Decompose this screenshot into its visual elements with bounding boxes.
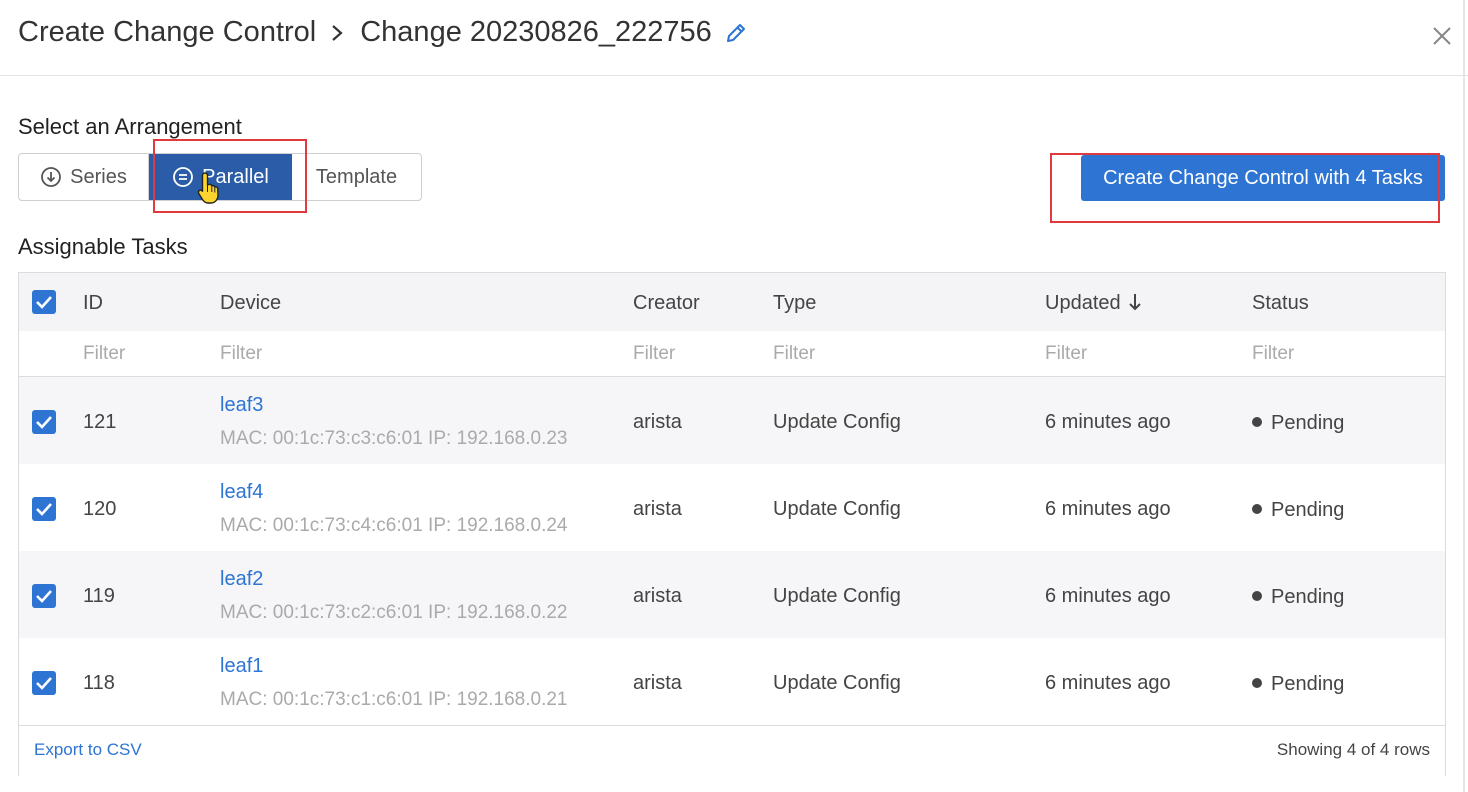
device-link[interactable]: leaf3 (220, 394, 263, 417)
column-header-updated-label: Updated (1045, 292, 1121, 314)
table-row[interactable]: 119 leaf2 MAC: 00:1c:73:c2:c6:01 IP: 192… (19, 551, 1445, 638)
breadcrumb-parent[interactable]: Create Change Control (18, 16, 316, 49)
task-updated: 6 minutes ago (1045, 411, 1171, 433)
device-detail: MAC: 00:1c:73:c2:c6:01 IP: 192.168.0.22 (220, 602, 568, 623)
task-type: Update Config (773, 411, 901, 433)
tasks-title: Assignable Tasks (18, 234, 188, 259)
arrangement-selector: Series Parallel Template (18, 153, 422, 201)
equals-circle-icon (173, 167, 194, 187)
status-badge: Pending (1252, 673, 1344, 696)
task-updated: 6 minutes ago (1045, 672, 1171, 694)
task-updated: 6 minutes ago (1045, 498, 1171, 520)
arrangement-parallel-label: Parallel (202, 165, 269, 188)
arrangement-template-button[interactable]: Template (292, 154, 421, 200)
row-count-label: Showing 4 of 4 rows (1276, 740, 1430, 759)
device-detail: MAC: 00:1c:73:c4:c6:01 IP: 192.168.0.24 (220, 515, 568, 536)
device-link[interactable]: leaf1 (220, 655, 263, 678)
arrow-down-circle-icon (41, 167, 62, 187)
status-dot-icon (1252, 677, 1262, 688)
arrangement-parallel-button[interactable]: Parallel (149, 154, 292, 200)
arrangement-template-label: Template (315, 165, 398, 188)
arrangement-series-label: Series (70, 165, 127, 188)
sort-down-arrow-icon (1128, 293, 1141, 311)
row-checkbox[interactable] (32, 410, 56, 434)
table-footer: Export to CSV Showing 4 of 4 rows (19, 725, 1445, 776)
task-creator: arista (633, 672, 682, 694)
task-creator: arista (633, 411, 682, 433)
pencil-icon[interactable] (724, 21, 748, 45)
checkmark-icon (36, 677, 52, 690)
column-header-type[interactable]: Type (773, 292, 816, 315)
device-detail: MAC: 00:1c:73:c1:c6:01 IP: 192.168.0.21 (220, 689, 568, 710)
task-id: 120 (83, 498, 117, 520)
status-dot-icon (1252, 503, 1262, 514)
task-id: 119 (83, 585, 115, 607)
dialog-header: Create Change Control Change 20230826_22… (0, 0, 1468, 76)
column-header-updated[interactable]: Updated (1045, 292, 1143, 315)
create-change-control-button[interactable]: Create Change Control with 4 Tasks (1081, 155, 1445, 201)
status-dot-icon (1252, 590, 1262, 601)
filter-device-input[interactable]: Filter (220, 343, 262, 365)
column-header-status[interactable]: Status (1252, 292, 1309, 315)
status-label: Pending (1271, 586, 1345, 608)
breadcrumb-current: Change 20230826_222756 (360, 16, 712, 48)
checkmark-icon (36, 503, 52, 516)
task-type: Update Config (773, 498, 901, 520)
status-label: Pending (1271, 499, 1345, 521)
tasks-table: ID Device Creator Type Updated Status Fi… (18, 272, 1446, 776)
filter-status-input[interactable]: Filter (1252, 343, 1294, 365)
breadcrumb: Create Change Control Change 20230826_22… (18, 16, 748, 49)
status-dot-icon (1252, 416, 1262, 427)
filter-id-input[interactable]: Filter (83, 343, 125, 365)
status-badge: Pending (1252, 499, 1344, 522)
status-badge: Pending (1252, 586, 1344, 609)
checkmark-icon (36, 590, 52, 603)
checkmark-icon (36, 416, 52, 429)
checkmark-icon (36, 296, 52, 309)
table-header: ID Device Creator Type Updated Status (19, 273, 1445, 331)
row-checkbox[interactable] (32, 497, 56, 521)
task-creator: arista (633, 498, 682, 520)
task-type: Update Config (773, 585, 901, 607)
row-checkbox[interactable] (32, 671, 56, 695)
status-label: Pending (1271, 412, 1345, 434)
task-creator: arista (633, 585, 682, 607)
chevron-right-icon (332, 24, 343, 41)
filter-creator-input[interactable]: Filter (633, 343, 675, 365)
task-type: Update Config (773, 672, 901, 694)
column-header-device[interactable]: Device (220, 292, 281, 315)
status-badge: Pending (1252, 412, 1344, 435)
device-link[interactable]: leaf2 (220, 568, 263, 591)
device-link[interactable]: leaf4 (220, 481, 263, 504)
table-row[interactable]: 120 leaf4 MAC: 00:1c:73:c4:c6:01 IP: 192… (19, 464, 1445, 551)
close-icon[interactable] (1430, 24, 1454, 48)
task-updated: 6 minutes ago (1045, 585, 1171, 607)
column-header-id[interactable]: ID (83, 292, 103, 315)
status-label: Pending (1271, 673, 1345, 695)
export-csv-link[interactable]: Export to CSV (34, 740, 142, 760)
arrangement-series-button[interactable]: Series (19, 154, 149, 200)
filter-updated-input[interactable]: Filter (1045, 343, 1087, 365)
table-row[interactable]: 118 leaf1 MAC: 00:1c:73:c1:c6:01 IP: 192… (19, 638, 1445, 725)
row-checkbox[interactable] (32, 584, 56, 608)
select-all-checkbox[interactable] (32, 290, 56, 314)
column-header-creator[interactable]: Creator (633, 292, 700, 315)
device-detail: MAC: 00:1c:73:c3:c6:01 IP: 192.168.0.23 (220, 428, 568, 449)
dialog-right-edge (1463, 0, 1465, 792)
task-id: 121 (83, 411, 117, 433)
arrangement-title: Select an Arrangement (18, 114, 242, 139)
filter-type-input[interactable]: Filter (773, 343, 815, 365)
task-id: 118 (83, 672, 115, 694)
table-row[interactable]: 121 leaf3 MAC: 00:1c:73:c3:c6:01 IP: 192… (19, 377, 1445, 464)
